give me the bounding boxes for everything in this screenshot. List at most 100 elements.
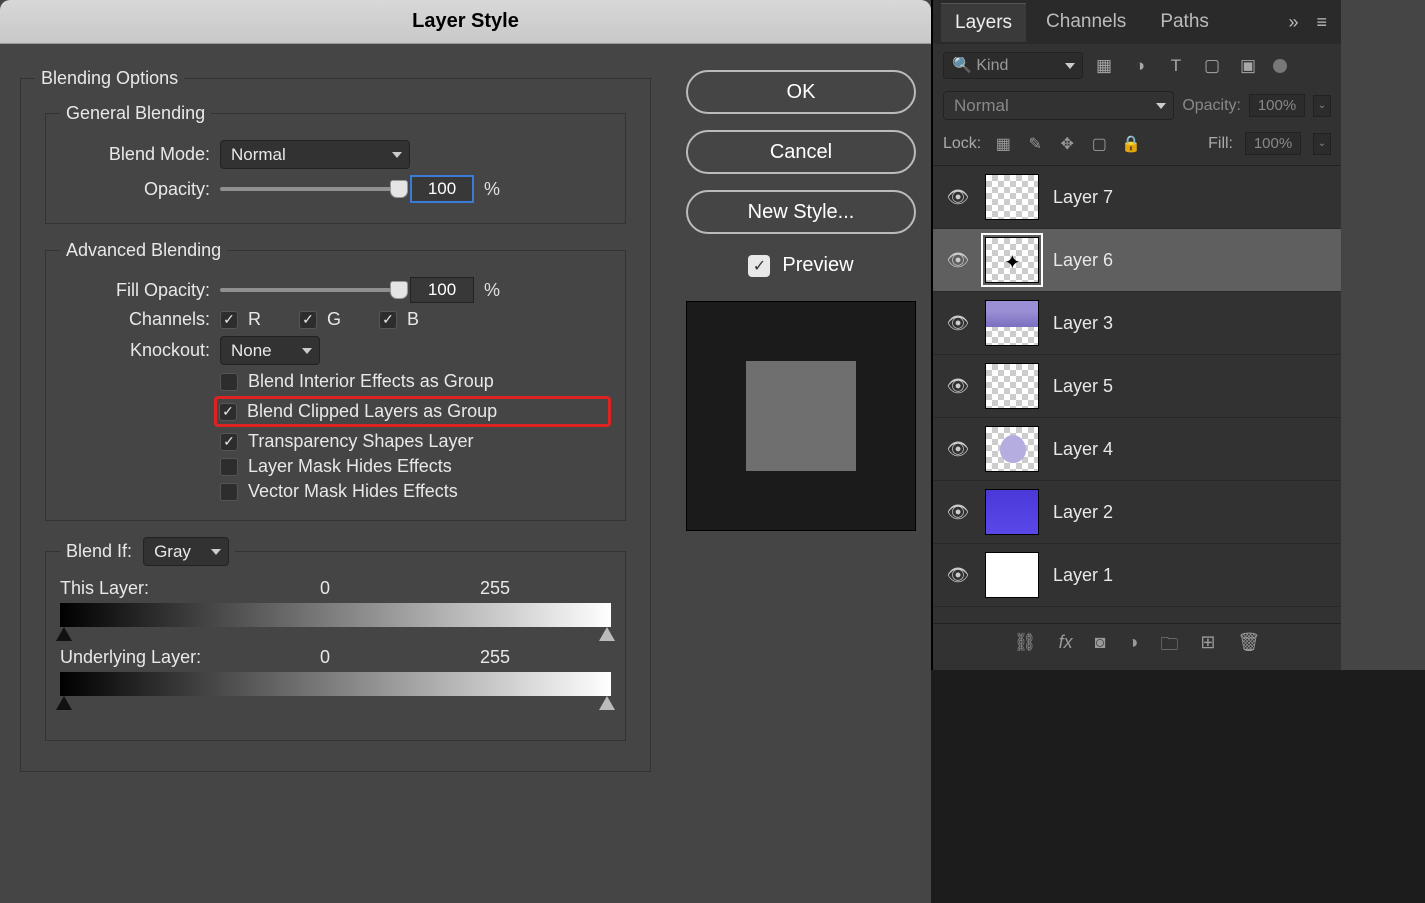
this-layer-black-slider[interactable] <box>56 627 72 641</box>
layer-blend-mode-select[interactable]: Normal <box>943 91 1174 120</box>
filter-kind-select[interactable]: 🔍 Kind <box>943 52 1083 79</box>
blend-mode-select[interactable]: Normal <box>220 140 410 169</box>
dialog-titlebar[interactable]: Layer Style <box>0 0 931 44</box>
lock-label: Lock: <box>943 135 981 153</box>
expand-icon[interactable]: » <box>1282 12 1304 33</box>
blend-if-select[interactable]: Gray <box>143 537 229 566</box>
canvas-area <box>931 670 1425 903</box>
visibility-icon[interactable]: 👁 <box>945 565 971 586</box>
blend-clipped-highlight: Blend Clipped Layers as Group <box>214 396 611 427</box>
visibility-icon[interactable]: 👁 <box>945 502 971 523</box>
this-layer-lo: 0 <box>320 578 380 599</box>
lock-paint-icon[interactable]: ✎ <box>1025 134 1045 154</box>
layer-thumbnail[interactable] <box>985 552 1039 598</box>
knockout-select[interactable]: None <box>220 336 320 365</box>
layer-style-icon[interactable]: fx <box>1059 632 1073 662</box>
fill-opacity-label: Fill Opacity: <box>60 280 210 301</box>
opacity-dropdown-icon[interactable]: ⌄ <box>1313 95 1331 117</box>
new-style-button[interactable]: New Style... <box>686 190 916 234</box>
tab-channels[interactable]: Channels <box>1032 3 1140 41</box>
visibility-icon[interactable]: 👁 <box>945 439 971 460</box>
layer-style-dialog: Layer Style Blending Options General Ble… <box>0 0 931 903</box>
visibility-icon[interactable]: 👁 <box>945 250 971 271</box>
layer-name-label: Layer 1 <box>1053 565 1113 586</box>
underlying-black-slider[interactable] <box>56 696 72 710</box>
general-blending-group: General Blending Blend Mode: Normal Opac… <box>45 103 626 224</box>
layer-row[interactable]: 👁 Layer 1 <box>933 544 1341 607</box>
layer-mask-hides-checkbox[interactable] <box>220 458 238 476</box>
cancel-button[interactable]: Cancel <box>686 130 916 174</box>
blend-if-label: Blend If: <box>66 541 132 561</box>
filter-adjustment-icon[interactable]: ◑ <box>1129 55 1151 77</box>
blend-clipped-checkbox[interactable] <box>219 403 237 421</box>
layer-row[interactable]: 👁 Layer 5 <box>933 355 1341 418</box>
layer-row[interactable]: 👁 Layer 7 <box>933 166 1341 229</box>
layer-opacity-value[interactable]: 100% <box>1249 94 1305 117</box>
filter-toggle-icon[interactable] <box>1273 59 1287 73</box>
fill-opacity-input[interactable] <box>410 277 474 303</box>
layers-panel: Layers Channels Paths » ≡ 🔍 Kind ▦ ◑ T ▢… <box>931 0 1341 670</box>
preview-checkbox[interactable]: ✓ <box>748 255 770 277</box>
visibility-icon[interactable]: 👁 <box>945 313 971 334</box>
new-layer-icon[interactable]: ⊞ <box>1200 632 1215 662</box>
layer-thumbnail[interactable] <box>985 489 1039 535</box>
this-layer-gradient[interactable] <box>60 603 611 627</box>
link-layers-icon[interactable]: ⛓ <box>1014 632 1037 662</box>
filter-type-icon[interactable]: T <box>1165 55 1187 77</box>
fill-value[interactable]: 100% <box>1245 132 1301 155</box>
underlying-gradient[interactable] <box>60 672 611 696</box>
layer-thumbnail[interactable] <box>985 363 1039 409</box>
channel-g-checkbox[interactable] <box>299 311 317 329</box>
blend-if-legend: Blend If: Gray <box>60 537 235 566</box>
add-mask-icon[interactable]: ◙ <box>1095 632 1106 662</box>
vector-mask-hides-checkbox[interactable] <box>220 483 238 501</box>
filter-pixel-icon[interactable]: ▦ <box>1093 55 1115 77</box>
new-group-icon[interactable]: 🗀 <box>1160 632 1178 662</box>
adjustment-layer-icon[interactable]: ◑ <box>1127 632 1138 662</box>
delete-layer-icon[interactable]: 🗑 <box>1237 632 1260 662</box>
lock-all-icon[interactable]: 🔒 <box>1121 134 1141 154</box>
slider-thumb-icon[interactable] <box>390 180 408 198</box>
layer-row[interactable]: 👁 Layer 3 <box>933 292 1341 355</box>
transparency-shapes-checkbox[interactable] <box>220 433 238 451</box>
this-layer-white-slider[interactable] <box>599 627 615 641</box>
blend-mode-label: Blend Mode: <box>60 144 210 165</box>
slider-thumb-icon[interactable] <box>390 281 408 299</box>
panel-menu-icon[interactable]: ≡ <box>1310 12 1333 33</box>
layer-list: 👁 Layer 7 👁 Layer 6 👁 Layer 3 👁 Layer 5 … <box>933 166 1341 623</box>
opacity-input[interactable] <box>410 175 474 203</box>
filter-shape-icon[interactable]: ▢ <box>1201 55 1223 77</box>
underlying-white-slider[interactable] <box>599 696 615 710</box>
channel-b-checkbox[interactable] <box>379 311 397 329</box>
layer-row[interactable]: 👁 Layer 4 <box>933 418 1341 481</box>
layer-thumbnail[interactable] <box>985 174 1039 220</box>
layer-name-label: Layer 6 <box>1053 250 1113 271</box>
channel-r-checkbox[interactable] <box>220 311 238 329</box>
blending-options-legend: Blending Options <box>35 68 184 89</box>
layer-thumbnail[interactable] <box>985 237 1039 283</box>
layer-row[interactable]: 👁 Layer 6 <box>933 229 1341 292</box>
lock-artboard-icon[interactable]: ▢ <box>1089 134 1109 154</box>
lock-position-icon[interactable]: ✥ <box>1057 134 1077 154</box>
opacity-label: Opacity: <box>60 179 210 200</box>
preview-inner <box>746 361 856 471</box>
fill-opacity-slider[interactable] <box>220 288 400 292</box>
layer-thumbnail[interactable] <box>985 300 1039 346</box>
visibility-icon[interactable]: 👁 <box>945 376 971 397</box>
blend-interior-checkbox[interactable] <box>220 373 238 391</box>
blend-clipped-label: Blend Clipped Layers as Group <box>247 401 497 422</box>
transparency-shapes-label: Transparency Shapes Layer <box>248 431 473 452</box>
layer-thumbnail[interactable] <box>985 426 1039 472</box>
opacity-slider[interactable] <box>220 187 400 191</box>
advanced-blending-legend: Advanced Blending <box>60 240 227 261</box>
layer-name-label: Layer 5 <box>1053 376 1113 397</box>
lock-transparency-icon[interactable]: ▦ <box>993 134 1013 154</box>
fill-dropdown-icon[interactable]: ⌄ <box>1313 133 1331 155</box>
ok-button[interactable]: OK <box>686 70 916 114</box>
layer-row[interactable]: 👁 Layer 2 <box>933 481 1341 544</box>
filter-smart-icon[interactable]: ▣ <box>1237 55 1259 77</box>
tab-paths[interactable]: Paths <box>1146 3 1223 41</box>
fill-label: Fill: <box>1208 135 1233 153</box>
tab-layers[interactable]: Layers <box>941 3 1026 42</box>
visibility-icon[interactable]: 👁 <box>945 187 971 208</box>
